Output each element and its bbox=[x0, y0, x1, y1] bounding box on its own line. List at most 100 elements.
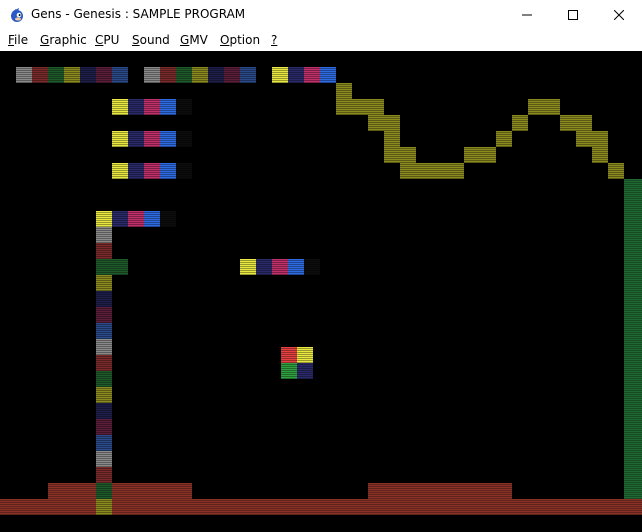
sprite-strip-tile bbox=[144, 99, 160, 115]
menu-accelerator: ? bbox=[271, 33, 278, 47]
brick-mound-right bbox=[368, 483, 512, 499]
menu-help[interactable]: ? bbox=[271, 33, 277, 47]
column-tile bbox=[96, 371, 112, 387]
column-tile bbox=[96, 499, 112, 515]
menu-bar: File Graphic CPU Sound GMV Option ? bbox=[0, 30, 642, 51]
wave-tile bbox=[368, 115, 384, 131]
wave-tile bbox=[544, 99, 560, 115]
palette-tile bbox=[32, 67, 48, 83]
column-tile bbox=[96, 243, 112, 259]
palette-tile bbox=[48, 67, 64, 83]
wave-tile bbox=[336, 83, 352, 99]
palette-tile bbox=[96, 67, 112, 83]
minimize-button[interactable] bbox=[504, 0, 550, 30]
sprite-strip-tile bbox=[144, 163, 160, 179]
gens-app-icon[interactable] bbox=[9, 7, 25, 23]
column-tile bbox=[96, 387, 112, 403]
wave-tile bbox=[592, 131, 608, 147]
menu-label: raphic bbox=[49, 33, 87, 47]
sprite-strip-tile bbox=[160, 99, 176, 115]
sprite-strip-tile bbox=[128, 163, 144, 179]
menu-cpu[interactable]: CPU bbox=[95, 33, 119, 47]
column-branch-tile bbox=[112, 259, 128, 275]
palette-tile bbox=[16, 67, 32, 83]
sprite-strip-tile bbox=[272, 259, 288, 275]
palette-tile bbox=[240, 67, 256, 83]
column-tile bbox=[96, 355, 112, 371]
window-title: Gens - Genesis : SAMPLE PROGRAM bbox=[31, 7, 246, 21]
wave-tile bbox=[480, 147, 496, 163]
menu-accelerator: G bbox=[180, 33, 190, 47]
wave-tile bbox=[352, 99, 368, 115]
column-tile bbox=[96, 275, 112, 291]
sprite-strip-tile bbox=[112, 163, 128, 179]
maximize-button[interactable] bbox=[550, 0, 596, 30]
close-icon bbox=[614, 10, 624, 20]
right-green-wall bbox=[624, 179, 642, 499]
brick-mound-left bbox=[48, 483, 192, 499]
wave-tile bbox=[384, 131, 400, 147]
palette-tile bbox=[208, 67, 224, 83]
wave-tile bbox=[592, 147, 608, 163]
sprite-strip-tile bbox=[304, 259, 320, 275]
menu-sound[interactable]: Sound bbox=[132, 33, 170, 47]
palette-tile bbox=[80, 67, 96, 83]
sprite-strip-tile bbox=[256, 259, 272, 275]
column-tile bbox=[96, 451, 112, 467]
quad-tile bbox=[297, 347, 313, 363]
sprite-strip-tile bbox=[160, 163, 176, 179]
gens-emulator-window: Gens - Genesis : SAMPLE PROGRAM File Gra… bbox=[0, 0, 642, 532]
palette-tile bbox=[112, 67, 128, 83]
menu-option[interactable]: Option bbox=[220, 33, 260, 47]
sprite-strip-tile bbox=[128, 211, 144, 227]
column-tile bbox=[96, 467, 112, 483]
close-button[interactable] bbox=[596, 0, 642, 30]
sprite-strip-tile bbox=[128, 131, 144, 147]
palette-tile bbox=[320, 67, 336, 83]
menu-accelerator: S bbox=[132, 33, 140, 47]
column-tile bbox=[96, 227, 112, 243]
wave-tile bbox=[416, 163, 432, 179]
sprite-strip-tile bbox=[112, 99, 128, 115]
quad-tile bbox=[281, 347, 297, 363]
wave-tile bbox=[512, 115, 528, 131]
menu-graphic[interactable]: Graphic bbox=[40, 33, 87, 47]
wave-tile bbox=[560, 115, 576, 131]
column-tile bbox=[96, 323, 112, 339]
wave-tile bbox=[576, 131, 592, 147]
wave-tile bbox=[384, 115, 400, 131]
wave-tile bbox=[400, 163, 416, 179]
wave-tile bbox=[576, 115, 592, 131]
minimize-icon bbox=[522, 10, 532, 20]
wave-tile bbox=[400, 147, 416, 163]
sprite-strip-tile bbox=[112, 131, 128, 147]
sprite-strip-tile bbox=[128, 99, 144, 115]
wave-tile bbox=[432, 163, 448, 179]
menu-accelerator: G bbox=[40, 33, 50, 47]
menu-file[interactable]: File bbox=[8, 33, 28, 47]
title-bar[interactable]: Gens - Genesis : SAMPLE PROGRAM bbox=[0, 0, 642, 30]
sprite-strip-tile bbox=[144, 131, 160, 147]
sprite-strip-tile bbox=[288, 259, 304, 275]
column-tile bbox=[96, 339, 112, 355]
menu-label: ption bbox=[229, 33, 261, 47]
wave-tile bbox=[464, 147, 480, 163]
palette-tile bbox=[64, 67, 80, 83]
sprite-strip-tile bbox=[176, 99, 192, 115]
wave-tile bbox=[368, 99, 384, 115]
palette-tile bbox=[160, 67, 176, 83]
quad-tile bbox=[281, 363, 297, 379]
menu-gmv[interactable]: GMV bbox=[180, 33, 208, 47]
wave-tile bbox=[528, 99, 544, 115]
wave-tile bbox=[496, 131, 512, 147]
game-screen[interactable] bbox=[0, 51, 642, 532]
column-tile bbox=[96, 259, 112, 275]
sprite-strip-tile bbox=[176, 131, 192, 147]
column-tile bbox=[96, 419, 112, 435]
wave-tile bbox=[384, 147, 400, 163]
wave-tile bbox=[608, 163, 624, 179]
column-tile bbox=[96, 307, 112, 323]
column-tile bbox=[96, 483, 112, 499]
column-tile bbox=[96, 291, 112, 307]
palette-tile bbox=[144, 67, 160, 83]
